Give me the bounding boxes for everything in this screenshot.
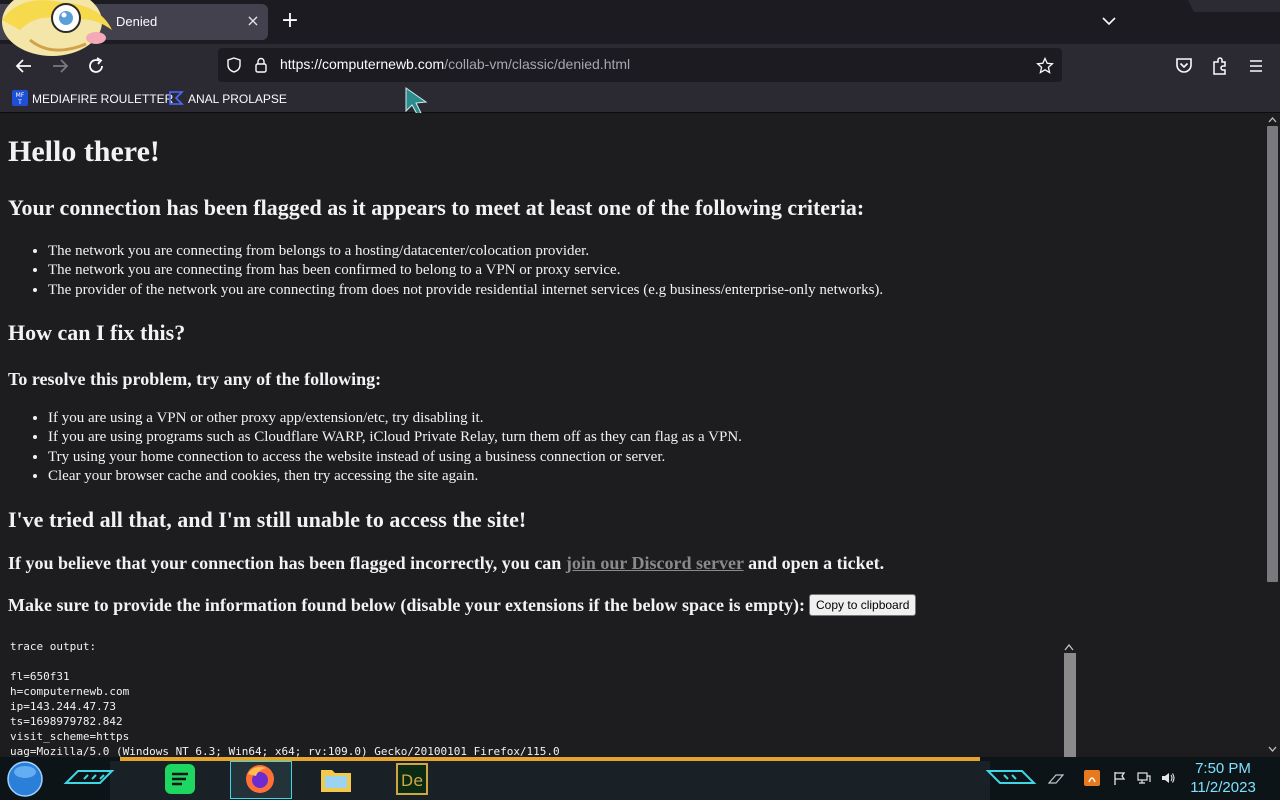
still-unable-heading: I've tried all that, and I'm still unabl… (8, 507, 527, 532)
bookmark-second[interactable]: ANAL PROLAPSE (168, 90, 287, 108)
bookmarks-toolbar: MF T MEDIAFIRE ROULETTER ANAL PROLAPSE (0, 86, 1280, 115)
copy-to-clipboard-button[interactable]: Copy to clipboard (809, 594, 917, 616)
tab-title: Denied (116, 14, 158, 29)
list-item: If you are using programs such as Cloudf… (48, 428, 742, 447)
trace-line: ip=143.244.47.73 (10, 700, 116, 713)
taskbar: De 7:50 PM 11/2/2023 (0, 757, 1280, 800)
url-bar[interactable]: https://computernewb.com/collab-vm/class… (218, 48, 1062, 82)
action-center-flag-icon[interactable] (1112, 770, 1128, 786)
list-item: The network you are connecting from has … (48, 261, 883, 280)
clock-date[interactable]: 11/2/2023 (1184, 779, 1262, 796)
flagged-heading: Your connection has been flagged as it a… (8, 195, 865, 220)
notification-area-icon[interactable] (1048, 770, 1064, 786)
svg-text:T: T (17, 99, 22, 106)
page-scrollbar-thumb[interactable] (1267, 126, 1278, 582)
svg-text:De: De (401, 771, 423, 790)
trace-line: uag=Mozilla/5.0 (Windows NT 6.3; Win64; … (10, 745, 560, 757)
scroll-down-arrow-icon[interactable] (1266, 743, 1279, 755)
mouse-cursor-icon (405, 87, 428, 115)
url-path: /collab-vm/classic/denied.html (444, 56, 631, 72)
firefox-icon[interactable] (242, 762, 278, 796)
fix-heading: How can I fix this? (8, 320, 186, 345)
trace-scrollbar-thumb[interactable] (1064, 653, 1076, 757)
list-item: The provider of the network you are conn… (48, 281, 883, 300)
clock-time[interactable]: 7:50 PM (1190, 760, 1256, 777)
volume-icon[interactable] (1160, 770, 1176, 786)
scroll-up-arrow-icon[interactable] (1266, 114, 1279, 126)
fixes-list: If you are using a VPN or other proxy ap… (8, 409, 742, 486)
discord-pre-text: If you believe that your connection has … (8, 553, 566, 573)
navigation-toolbar: https://computernewb.com/collab-vm/class… (0, 44, 1280, 86)
new-tab-button[interactable]: + (280, 10, 300, 32)
shield-icon[interactable] (226, 57, 242, 73)
network-icon[interactable] (1136, 770, 1152, 786)
url-host: https://computernewb.com (280, 56, 445, 72)
bookmark-mediafire[interactable]: MF T MEDIAFIRE ROULETTER (12, 90, 173, 108)
criteria-list: The network you are connecting from belo… (8, 242, 883, 300)
trace-line: visit_scheme=https (10, 730, 130, 743)
provide-info-paragraph: Make sure to provide the information fou… (8, 594, 917, 616)
bookmark-label: ANAL PROLAPSE (188, 92, 287, 106)
mediafire-icon: MF T (12, 90, 28, 106)
taskbar-decoration-right (985, 770, 1037, 784)
hamburger-menu-icon[interactable] (1244, 54, 1268, 78)
list-item: Clear your browser cache and cookies, th… (48, 467, 742, 486)
list-item: If you are using a VPN or other proxy ap… (48, 409, 742, 428)
chevron-down-icon[interactable] (1100, 12, 1118, 30)
tab-close-icon[interactable]: × (244, 12, 262, 30)
star-icon[interactable] (1036, 57, 1054, 75)
start-orb-icon[interactable] (6, 760, 44, 798)
trace-line: ts=1698979782.842 (10, 715, 123, 728)
discord-paragraph: If you believe that your connection has … (8, 553, 884, 574)
trace-line: trace output: (10, 640, 97, 653)
page-title: Hello there! (8, 135, 160, 168)
mascot-sticker-icon (2, 0, 112, 56)
url-text[interactable]: https://computernewb.com/collab-vm/class… (280, 56, 630, 72)
bookmark-sigma-icon (169, 91, 184, 105)
discord-link[interactable]: join our Discord server (566, 553, 744, 573)
pocket-icon[interactable] (1172, 54, 1196, 78)
trace-output[interactable]: trace output: fl=650f31 h=computernewb.c… (10, 639, 1060, 757)
page-content: Hello there! Your connection has been fl… (0, 113, 1265, 757)
taskbar-decoration-left (63, 770, 115, 784)
trace-line: fl=650f31 (10, 670, 70, 683)
list-item: Try using your home connection to access… (48, 448, 742, 467)
tab-strip: Denied × + (0, 0, 1280, 44)
file-explorer-icon[interactable] (318, 762, 354, 796)
dreamweaver-icon[interactable]: De (394, 762, 430, 796)
lock-icon[interactable] (254, 57, 268, 73)
window-corner-decoration (1188, 0, 1280, 12)
svg-text:MF: MF (16, 92, 25, 99)
spotify-icon[interactable] (162, 762, 198, 796)
extensions-icon[interactable] (1208, 54, 1232, 78)
trace-line: h=computernewb.com (10, 685, 130, 698)
provide-info-text: Make sure to provide the information fou… (8, 595, 806, 615)
list-item: The network you are connecting from belo… (48, 242, 883, 261)
resolve-heading: To resolve this problem, try any of the … (8, 369, 382, 389)
java-update-icon[interactable] (1084, 770, 1100, 786)
discord-post-text: and open a ticket. (743, 553, 885, 573)
bookmark-label: MEDIAFIRE ROULETTER (32, 92, 174, 106)
